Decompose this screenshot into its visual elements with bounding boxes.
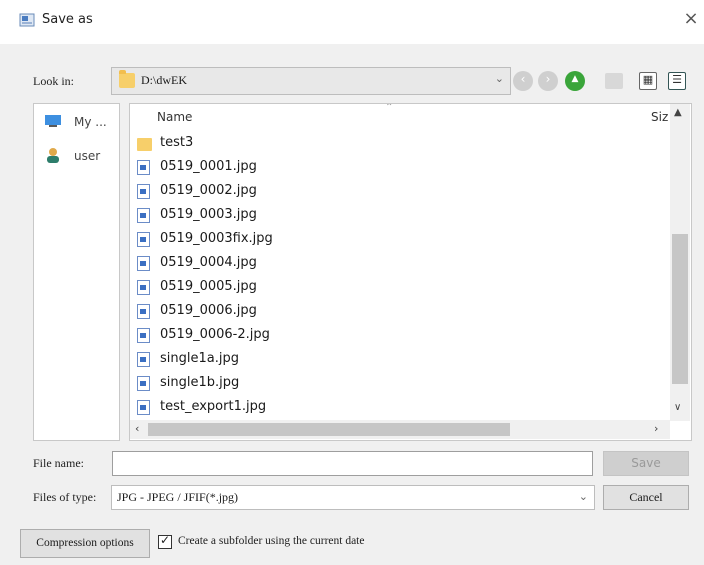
file-name: test_export1.jpg [160,399,267,414]
file-name: 0519_0005.jpg [160,279,257,294]
file-name-label: File name: [33,456,84,470]
up-folder-icon[interactable] [565,71,585,91]
window-title: Save as [42,12,93,27]
close-button[interactable]: × [680,8,702,32]
horizontal-scroll-thumb[interactable] [148,423,510,436]
file-name: single1a.jpg [160,351,239,366]
file-row[interactable]: 0519_0002.jpg [130,180,670,204]
file-row[interactable]: 0519_0004.jpg [130,252,670,276]
file-name-field[interactable] [112,451,593,476]
image-file-icon [137,280,150,295]
file-name: test3 [160,135,194,150]
file-list: ⌃ Name Siz test3 0519_0001.jpg 0519_0002.j… [129,103,692,441]
title-bar: Save as × [0,0,704,44]
file-row[interactable]: 0519_0005.jpg [130,276,670,300]
scroll-down-icon[interactable]: ∨ [674,402,681,413]
new-folder-icon[interactable] [605,73,623,89]
look-in-dropdown[interactable]: D:\dwEK ⌄ [111,67,511,95]
file-row[interactable]: 0519_0003fix.jpg [130,228,670,252]
image-file-icon [137,328,150,343]
file-row[interactable]: 0519_0003.jpg [130,204,670,228]
vertical-scrollbar[interactable]: ▲ ∨ [670,104,690,421]
file-row[interactable]: single1a.jpg [130,348,670,372]
column-header-size[interactable]: Siz [651,110,668,124]
file-row[interactable]: 0519_0001.jpg [130,156,670,180]
look-in-path: D:\dwEK [141,73,187,87]
file-name: 0519_0002.jpg [160,183,257,198]
folder-icon [119,70,135,88]
computer-icon [45,115,61,127]
folder-icon [137,138,152,151]
image-file-icon [137,160,150,175]
scroll-up-icon[interactable]: ▲ [674,107,682,118]
place-label: My ... [74,115,107,129]
look-in-label: Look in: [33,74,74,88]
list-view-icon[interactable] [639,72,657,90]
file-name: 0519_0006-2.jpg [160,327,270,342]
image-file-icon [137,304,150,319]
file-name: 0519_0003.jpg [160,207,257,222]
file-name: single1b.jpg [160,375,240,390]
horizontal-scrollbar[interactable]: ‹ › [130,420,670,439]
file-name: 0519_0003fix.jpg [160,231,273,246]
image-file-icon [137,400,150,415]
place-label: user [74,149,101,163]
chevron-down-icon: ⌄ [494,72,504,85]
scroll-right-icon[interactable]: › [654,422,658,435]
file-name: 0519_0001.jpg [160,159,257,174]
file-name: 0519_0006.jpg [160,303,257,318]
subfolder-checkbox[interactable] [158,533,172,549]
file-type-label: Files of type: [33,490,97,504]
column-header-name[interactable]: Name [157,110,192,124]
places-sidebar: My ... user [33,103,120,441]
image-file-icon [137,352,150,367]
compression-options-button[interactable]: Compression options [20,529,150,558]
image-file-icon [137,232,150,247]
file-row[interactable]: 0519_0006-2.jpg [130,324,670,348]
scroll-left-icon[interactable]: ‹ [135,422,139,435]
file-type-value: JPG - JPEG / JFIF(*.jpg) [117,490,239,504]
details-view-icon[interactable] [668,72,686,90]
app-icon [19,13,35,27]
forward-arrow-icon[interactable] [538,71,558,91]
user-icon [47,148,59,163]
file-type-dropdown[interactable]: JPG - JPEG / JFIF(*.jpg) ⌄ [111,485,595,510]
file-name-input[interactable] [113,452,592,475]
cancel-button[interactable]: Cancel [603,485,689,510]
chevron-down-icon: ⌄ [578,490,588,503]
image-file-icon [137,208,150,223]
back-arrow-icon[interactable] [513,71,533,91]
folder-row[interactable]: test3 [130,132,670,156]
file-row[interactable]: test_export1.jpg [130,396,670,420]
save-as-dialog: Save as × Look in: D:\dwEK ⌄ My ... user [0,0,704,565]
file-row[interactable]: single1b.jpg [130,372,670,396]
image-file-icon [137,256,150,271]
subfolder-checkbox-label[interactable]: Create a subfolder using the current dat… [178,535,364,547]
image-file-icon [137,376,150,391]
save-button[interactable]: Save [603,451,689,476]
file-row[interactable]: 0519_0006.jpg [130,300,670,324]
image-file-icon [137,184,150,199]
vertical-scroll-thumb[interactable] [672,234,688,384]
file-name: 0519_0004.jpg [160,255,257,270]
sort-caret-icon: ⌃ [385,103,394,113]
